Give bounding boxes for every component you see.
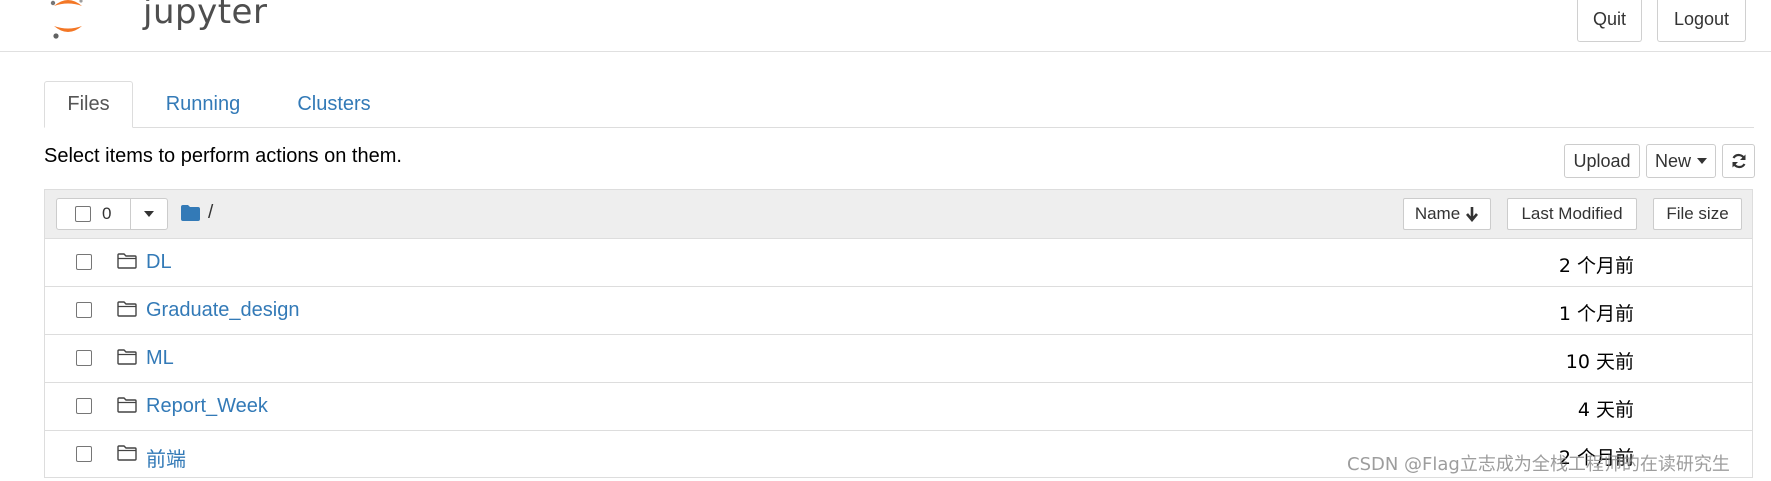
logo-text: jupyter — [143, 0, 268, 32]
item-modified: 4 天前 — [1577, 399, 1634, 421]
item-modified: 1 个月前 — [1558, 303, 1634, 325]
caret-down-icon — [144, 211, 154, 217]
refresh-button[interactable] — [1722, 144, 1755, 178]
item-name-link[interactable]: ML — [146, 347, 174, 370]
list-item[interactable]: Report_Week 4 天前 — [45, 383, 1752, 431]
sort-name-button[interactable]: Name — [1403, 198, 1491, 230]
item-name-link[interactable]: DL — [146, 251, 172, 274]
select-all-group: 0 — [56, 198, 168, 230]
tab-files[interactable]: Files — [44, 81, 133, 128]
caret-down-icon — [1697, 158, 1707, 164]
select-all[interactable]: 0 — [57, 199, 131, 229]
folder-icon — [117, 253, 137, 269]
tab-clusters[interactable]: Clusters — [271, 81, 397, 127]
watermark-text: CSDN @Flag立志成为全栈工程师的在读研究生 — [1347, 454, 1730, 475]
breadcrumb[interactable]: / — [181, 202, 213, 224]
jupyter-logo-icon — [50, 0, 83, 39]
item-modified: 2 个月前 — [1558, 255, 1634, 277]
selected-count: 0 — [102, 204, 112, 223]
sort-size-button[interactable]: File size — [1653, 198, 1742, 230]
item-name-link[interactable]: 前端 — [146, 443, 186, 472]
breadcrumb-root[interactable]: / — [208, 202, 213, 224]
list-item[interactable]: Graduate_design 1 个月前 — [45, 287, 1752, 335]
item-name-link[interactable]: Graduate_design — [146, 299, 299, 322]
folder-icon — [117, 301, 137, 317]
item-checkbox[interactable] — [76, 446, 92, 462]
refresh-icon — [1731, 153, 1746, 169]
folder-icon — [117, 445, 137, 461]
new-button[interactable]: New — [1646, 144, 1716, 178]
header: jupyter Quit Logout — [0, 0, 1771, 52]
arrow-down-icon — [1466, 207, 1479, 222]
list-item[interactable]: ML 10 天前 — [45, 335, 1752, 383]
item-checkbox[interactable] — [76, 254, 92, 270]
folder-icon — [117, 397, 137, 413]
select-all-checkbox[interactable] — [75, 206, 91, 222]
quit-button[interactable]: Quit — [1577, 0, 1642, 42]
instructions-text: Select items to perform actions on them. — [44, 145, 402, 167]
folder-open-icon — [181, 205, 200, 221]
item-checkbox[interactable] — [76, 398, 92, 414]
upload-button[interactable]: Upload — [1564, 144, 1640, 178]
sort-name-label: Name — [1414, 204, 1461, 223]
folder-icon — [117, 349, 137, 365]
tab-bar: Files Running Clusters — [44, 81, 1754, 128]
select-dropdown-button[interactable] — [131, 199, 167, 229]
tab-running[interactable]: Running — [150, 81, 256, 127]
new-button-label: New — [1654, 150, 1691, 171]
item-checkbox[interactable] — [76, 350, 92, 366]
list-item[interactable]: DL 2 个月前 — [45, 239, 1752, 287]
sort-modified-button[interactable]: Last Modified — [1507, 198, 1637, 230]
file-list: 0 / Name Last Modified File size DL 2 个月… — [44, 189, 1753, 478]
list-header: 0 / Name Last Modified File size — [45, 190, 1752, 239]
item-name-link[interactable]: Report_Week — [146, 395, 268, 418]
logout-button[interactable]: Logout — [1657, 0, 1746, 42]
jupyter-logo[interactable]: jupyter — [50, 0, 267, 44]
item-checkbox[interactable] — [76, 302, 92, 318]
item-modified: 10 天前 — [1565, 351, 1634, 373]
